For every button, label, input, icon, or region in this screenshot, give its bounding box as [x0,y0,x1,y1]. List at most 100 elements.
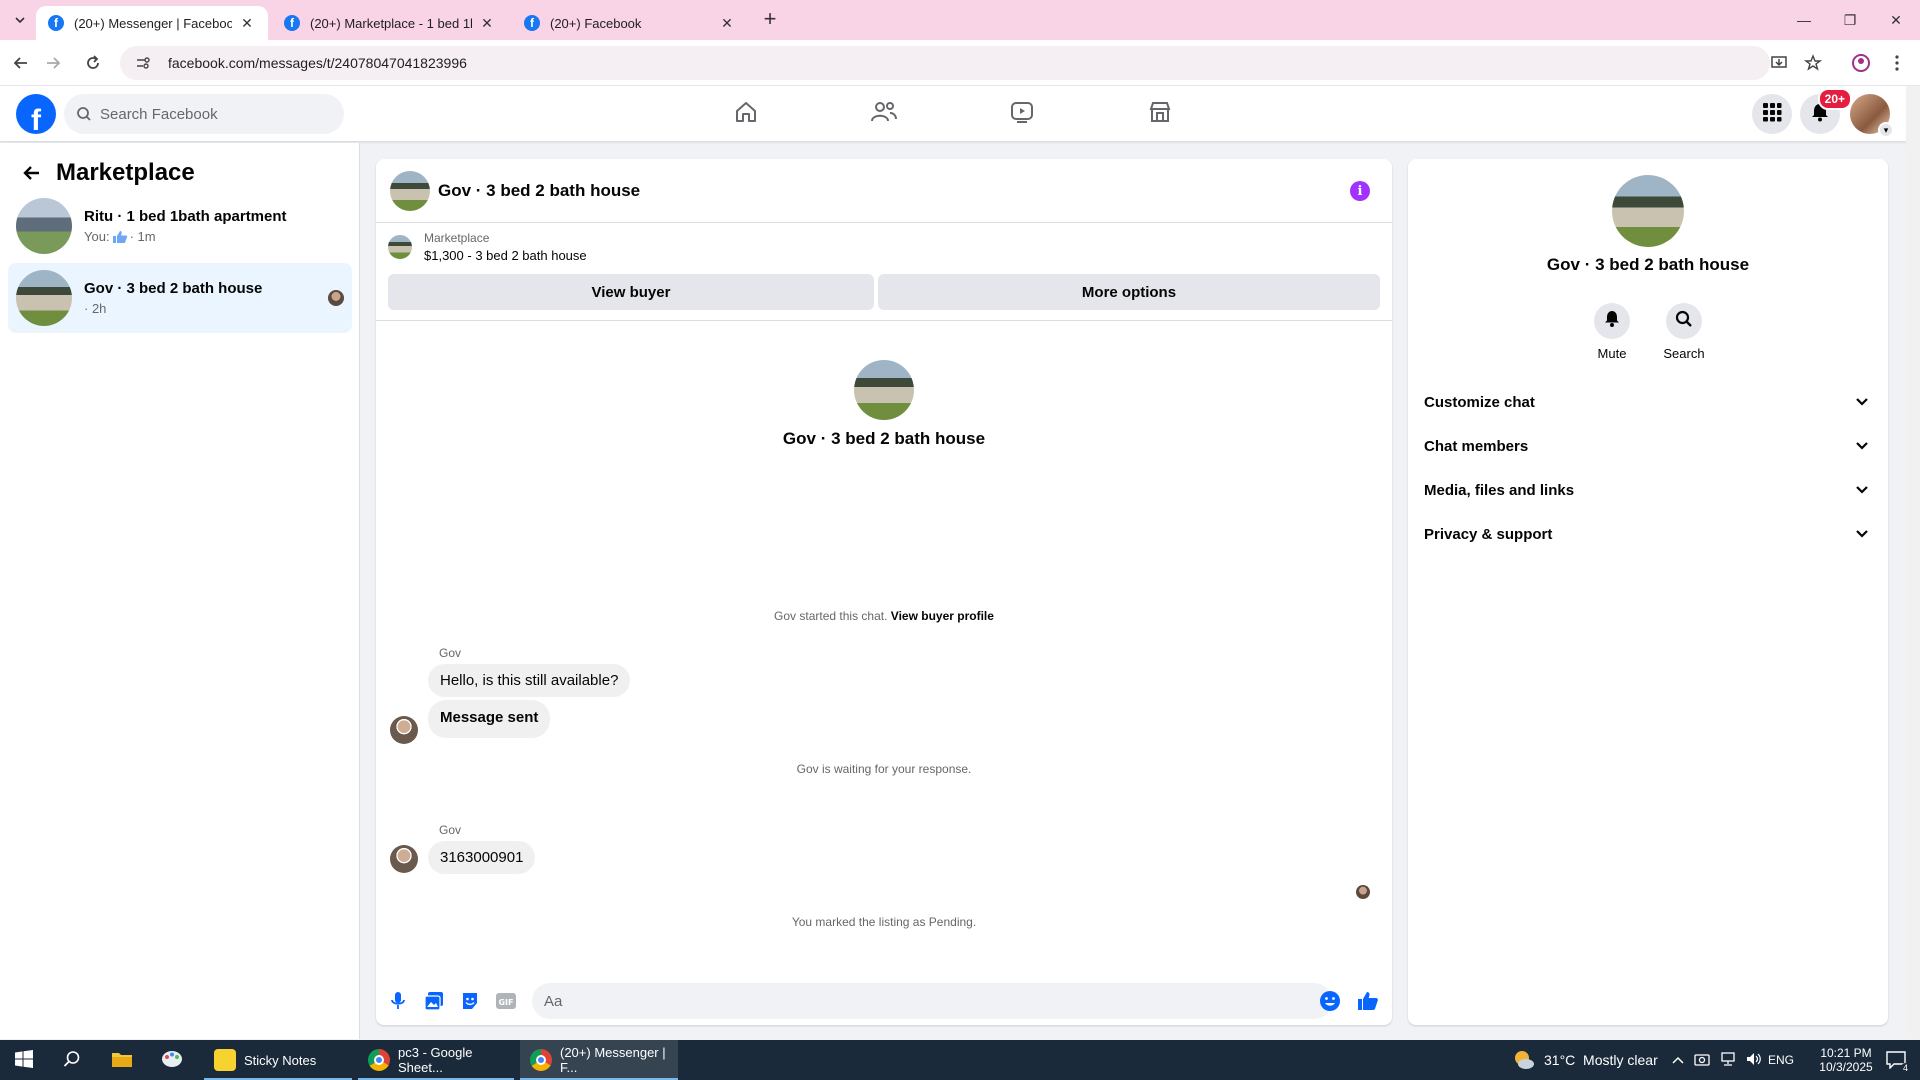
back-arrow-icon[interactable] [16,157,48,189]
taskbar-app-label: pc3 - Google Sheet... [398,1045,473,1075]
weather-text: 31°C Mostly clear [1544,1052,1658,1068]
conversation-item-gov[interactable]: Gov · 3 bed 2 bath house · 2h [8,263,352,333]
video-nav-tab[interactable] [966,90,1078,138]
message-sender: Gov [439,823,462,837]
message-bubble[interactable]: 3163000901 [428,841,536,874]
start-button[interactable] [10,1040,38,1080]
conversation-item-ritu[interactable]: Ritu · 1 bed 1bath apartment You: · 1m [8,191,352,261]
clock[interactable]: 10:21 PM 10/3/2025 [1812,1040,1880,1080]
forward-icon[interactable] [40,50,66,76]
site-info-icon[interactable] [134,54,152,72]
section-label: Media, files and links [1424,481,1575,499]
close-tab-icon[interactable]: ✕ [238,14,256,32]
menu-grid-button[interactable] [1752,94,1792,134]
network-icon[interactable] [1720,1051,1736,1069]
browser-tab-messenger[interactable]: f (20+) Messenger | Facebook ✕ [36,6,268,40]
customize-chat-section[interactable]: Customize chat [1424,380,1872,424]
chevron-up-icon[interactable] [1672,1053,1684,1068]
reload-icon[interactable] [80,50,106,76]
like-send-icon[interactable] [1356,989,1380,1013]
taskbar-google-sheets[interactable]: pc3 - Google Sheet... [358,1040,514,1080]
close-tab-icon[interactable]: ✕ [718,14,736,32]
info-icon[interactable]: i [1350,181,1370,201]
microphone-icon[interactable] [386,989,410,1013]
media-files-links-section[interactable]: Media, files and links [1424,468,1872,512]
tab-search-chevron-icon[interactable] [8,8,32,32]
url-text: facebook.com/messages/t/2407804704182399… [168,55,467,71]
home-nav-tab[interactable] [690,90,802,138]
gif-icon[interactable]: GIF [494,989,518,1013]
page-scrollbar[interactable] [1906,86,1920,1039]
friends-icon [870,99,898,130]
weather-widget[interactable]: 31°C Mostly clear [1512,1040,1658,1080]
sticker-icon[interactable] [458,989,482,1013]
volume-icon[interactable] [1746,1052,1762,1069]
close-tab-icon[interactable]: ✕ [478,14,496,32]
notifications-button[interactable]: 20+ [1800,88,1852,134]
notification-center-button[interactable]: 4 [1880,1040,1912,1080]
chat-members-section[interactable]: Chat members [1424,424,1872,468]
facebook-search-input[interactable]: Search Facebook [64,94,344,134]
paint-app-button[interactable] [158,1040,186,1080]
message-bubble-card[interactable]: Message sent [428,700,551,738]
message-input[interactable]: Aa [532,983,1332,1019]
notification-icon: 4 [1886,1051,1910,1073]
chat-avatar[interactable] [390,170,430,211]
install-app-icon[interactable] [1768,52,1790,74]
listing-summary[interactable]: Marketplace $1,300 - 3 bed 2 bath house [388,231,587,263]
profile-icon[interactable] [1850,52,1872,74]
taskbar-search-button[interactable] [58,1040,86,1080]
minimize-window-icon[interactable]: — [1792,8,1816,32]
conversation-title: Gov · 3 bed 2 bath house [84,280,263,297]
grid-menu-icon [1762,102,1782,127]
marketplace-nav-tab[interactable] [1104,90,1216,138]
file-explorer-button[interactable] [108,1040,136,1080]
emoji-icon[interactable] [1318,989,1342,1013]
address-bar[interactable]: facebook.com/messages/t/2407804704182399… [120,46,1770,80]
moon-cloud-icon [1512,1049,1536,1071]
chat-title[interactable]: Gov · 3 bed 2 bath house [438,181,640,201]
browser-tab-strip: f (20+) Messenger | Facebook ✕ f (20+) M… [0,0,1920,40]
browser-tab-facebook[interactable]: f (20+) Facebook ✕ [512,6,748,40]
message-bubble[interactable]: Hello, is this still available? [428,664,631,697]
sender-avatar[interactable] [390,716,418,744]
facebook-favicon-icon: f [48,15,64,31]
taskbar-sticky-notes[interactable]: Sticky Notes [204,1040,352,1080]
conversation-heading: Gov · 3 bed 2 bath house [782,429,986,448]
bookmark-star-icon[interactable] [1802,52,1824,74]
photo-icon[interactable] [422,989,446,1013]
language-indicator[interactable]: ENG [1768,1040,1794,1080]
chevron-down-icon [1852,524,1872,544]
view-buyer-button[interactable]: View buyer [388,274,874,310]
account-avatar[interactable]: ▾ [1850,94,1894,138]
tab-title: (20+) Marketplace - 1 bed 1bat [310,15,472,31]
facebook-favicon-icon: f [284,15,300,31]
friends-nav-tab[interactable] [828,90,940,138]
privacy-support-section[interactable]: Privacy & support [1424,512,1872,556]
listing-thumbnail [16,198,72,254]
chevron-down-icon: ▾ [1878,122,1894,138]
more-options-button[interactable]: More options [878,274,1380,310]
listing-mini-thumbnail [388,235,412,259]
browser-tab-marketplace[interactable]: f (20+) Marketplace - 1 bed 1bat ✕ [272,6,508,40]
restore-window-icon[interactable]: ❐ [1838,8,1862,32]
divider [376,320,1392,321]
section-label: Chat members [1424,437,1529,455]
taskbar-messenger[interactable]: (20+) Messenger | F... [520,1040,678,1080]
sender-avatar[interactable] [390,845,418,873]
view-buyer-profile-link[interactable]: View buyer profile [891,609,994,623]
camera-icon[interactable] [1694,1052,1710,1069]
chevron-down-icon [1852,436,1872,456]
search-in-conversation-button[interactable]: Search [1654,303,1714,361]
facebook-logo[interactable]: f [16,94,56,134]
close-window-icon[interactable]: ✕ [1884,8,1908,32]
browser-menu-icon[interactable] [1886,52,1908,74]
new-tab-button[interactable]: + [758,8,782,32]
sidebar-title: Marketplace [56,159,195,186]
facebook-favicon-icon: f [524,15,540,31]
mute-button[interactable]: Mute [1582,303,1642,361]
bell-icon [1604,310,1620,333]
taskbar-app-label: Sticky Notes [244,1052,317,1068]
system-tray [1672,1040,1762,1080]
back-icon[interactable] [8,50,34,76]
